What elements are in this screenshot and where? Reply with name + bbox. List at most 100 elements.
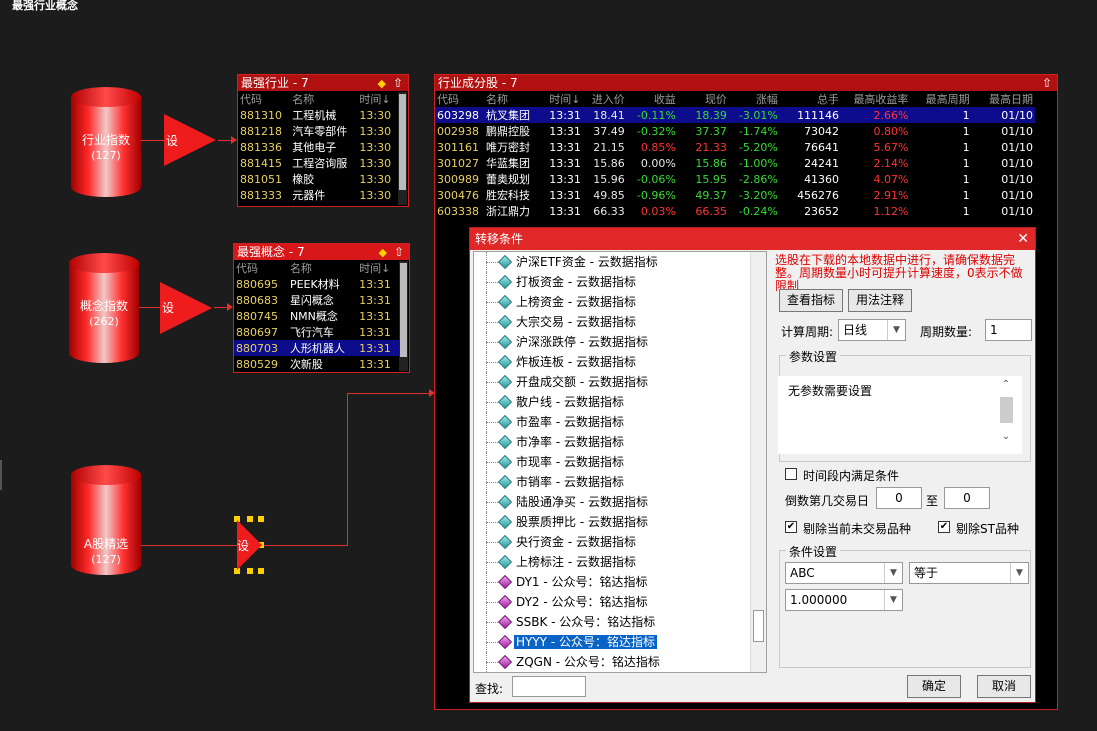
list-scrollbar[interactable] bbox=[750, 252, 766, 672]
table-row[interactable]: 881333 元器件 13:30 bbox=[238, 187, 398, 203]
list-item[interactable]: 上榜标注 - 云数据指标 bbox=[474, 552, 766, 572]
list-item[interactable]: 散户线 - 云数据指标 bbox=[474, 392, 766, 412]
table-row[interactable]: 881218 汽车零部件 13:30 bbox=[238, 123, 398, 139]
collapse-icon[interactable]: ⇧ bbox=[1042, 75, 1052, 91]
stock-panel-title: 行业成分股 - 7 bbox=[438, 76, 518, 90]
industry-scrollbar[interactable] bbox=[398, 92, 407, 205]
params-scrollbar[interactable]: ⌃ ⌄ bbox=[998, 379, 1014, 445]
list-item[interactable]: 打板资金 - 云数据指标 bbox=[474, 272, 766, 292]
list-item[interactable]: 市现率 - 云数据指标 bbox=[474, 452, 766, 472]
chevron-down-icon[interactable]: ⌄ bbox=[998, 431, 1014, 442]
col-header[interactable]: 涨幅 bbox=[729, 91, 780, 107]
pin-icon[interactable]: ◆ bbox=[378, 76, 386, 92]
list-item[interactable]: DY1 - 公众号：铭达指标 bbox=[474, 572, 766, 592]
params-text: 无参数需要设置 bbox=[788, 384, 873, 398]
table-row[interactable]: 301161 唯万密封 13:31 21.15 0.85% 21.33 -5.20% 7664… bbox=[435, 139, 1035, 155]
list-item[interactable]: 开盘成交额 - 云数据指标 bbox=[474, 372, 766, 392]
concept-index-node[interactable]: 概念指数 (262) bbox=[69, 253, 139, 363]
table-row[interactable]: 880745 NMN概念 13:31 bbox=[234, 308, 399, 324]
usage-note-button[interactable]: 用法注释 bbox=[848, 289, 912, 312]
table-row-selected[interactable]: 603298 杭叉集团 13:31 18.41 -0.11% 18.39 -3.01% 111… bbox=[435, 107, 1035, 123]
list-item[interactable]: SSBK - 公众号：铭达指标 bbox=[474, 612, 766, 632]
table-row[interactable]: 881415 工程咨询服 13:30 bbox=[238, 155, 398, 171]
list-item[interactable]: 炸板连板 - 云数据指标 bbox=[474, 352, 766, 372]
condition-field-select[interactable]: ABC ▼ bbox=[785, 562, 903, 584]
pin-icon[interactable]: ◆ bbox=[379, 245, 387, 261]
col-header[interactable]: 最高日期 bbox=[972, 91, 1035, 107]
reverse-from-input[interactable]: 0 bbox=[876, 487, 922, 509]
table-row[interactable]: 603338 浙江鼎力 13:31 66.33 0.03% 66.35 -0.24% 2365… bbox=[435, 203, 1035, 219]
chevron-down-icon: ▼ bbox=[884, 590, 902, 610]
period-label: 计算周期: bbox=[781, 325, 834, 339]
table-row[interactable]: 880697 飞行汽车 13:31 bbox=[234, 324, 399, 340]
table-row[interactable]: 300476 胜宏科技 13:31 49.85 -0.96% 49.37 -3.20% 456… bbox=[435, 187, 1035, 203]
search-input[interactable] bbox=[512, 676, 586, 697]
list-item[interactable]: 市盈率 - 云数据指标 bbox=[474, 412, 766, 432]
col-header[interactable]: 最高收益率 bbox=[841, 91, 910, 107]
table-row[interactable]: 880683 星闪概念 13:31 bbox=[234, 292, 399, 308]
table-row[interactable]: 881310 工程机械 13:30 bbox=[238, 107, 398, 123]
condition-value-select[interactable]: 1.000000 ▼ bbox=[785, 589, 903, 611]
list-item[interactable]: 沪深涨跌停 - 云数据指标 bbox=[474, 332, 766, 352]
reverse-day-label: 倒数第几交易日 bbox=[785, 494, 870, 508]
col-header[interactable]: 名称 bbox=[290, 91, 357, 107]
col-header[interactable]: 时间↓ bbox=[357, 260, 399, 276]
col-header[interactable]: 名称 bbox=[288, 260, 357, 276]
col-header[interactable]: 代码 bbox=[238, 91, 290, 107]
table-row[interactable]: 301027 华蓝集团 13:31 15.86 0.00% 15.86 -1.00% 2424… bbox=[435, 155, 1035, 171]
cloud-indicator-icon bbox=[497, 514, 513, 530]
list-item[interactable]: 市净率 - 云数据指标 bbox=[474, 432, 766, 452]
col-header[interactable]: 最高周期 bbox=[910, 91, 971, 107]
table-row[interactable]: 880695 PEEK材料 13:31 bbox=[234, 276, 399, 292]
custom-indicator-icon bbox=[497, 574, 513, 590]
ok-button[interactable]: 确定 bbox=[907, 675, 961, 698]
collapse-icon[interactable]: ⇧ bbox=[393, 75, 403, 91]
table-row[interactable]: 881336 其他电子 13:30 bbox=[238, 139, 398, 155]
period-count-input[interactable]: 1 bbox=[985, 319, 1032, 341]
col-header[interactable]: 代码 bbox=[435, 91, 484, 107]
ashare-node[interactable]: A股精选 (127) bbox=[71, 465, 141, 575]
col-header[interactable]: 时间↓ bbox=[547, 91, 584, 107]
close-icon[interactable]: ✕ bbox=[1017, 228, 1029, 250]
table-row[interactable]: 002938 鹏鼎控股 13:31 37.49 -0.32% 37.37 -1.74% 730… bbox=[435, 123, 1035, 139]
left-edge-tab[interactable] bbox=[0, 460, 2, 490]
condition-operator-select[interactable]: 等于 ▼ bbox=[909, 562, 1029, 584]
collapse-icon[interactable]: ⇧ bbox=[394, 244, 404, 260]
reverse-to-input[interactable]: 0 bbox=[944, 487, 990, 509]
table-row[interactable]: 881051 橡胶 13:30 bbox=[238, 171, 398, 187]
col-header[interactable]: 代码 bbox=[234, 260, 288, 276]
industry-index-node[interactable]: 行业指数 (127) bbox=[71, 87, 141, 197]
list-item-label: 上榜标注 - 云数据指标 bbox=[516, 555, 636, 569]
cancel-button[interactable]: 取消 bbox=[977, 675, 1031, 698]
col-header[interactable]: 名称 bbox=[484, 91, 547, 107]
col-header[interactable]: 进入价 bbox=[584, 91, 627, 107]
within-period-checkbox[interactable] bbox=[785, 468, 797, 480]
col-header[interactable]: 时间↓ bbox=[357, 91, 398, 107]
list-item[interactable]: 央行资金 - 云数据指标 bbox=[474, 532, 766, 552]
table-row-selected[interactable]: 880703 人形机器人 13:31 bbox=[234, 340, 399, 356]
list-item[interactable]: ZQGN - 公众号：铭达指标 bbox=[474, 652, 766, 672]
list-item[interactable]: 股票质押比 - 云数据指标 bbox=[474, 512, 766, 532]
view-indicator-button[interactable]: 查看指标 bbox=[779, 289, 843, 312]
chevron-up-icon[interactable]: ⌃ bbox=[998, 379, 1014, 390]
col-header[interactable]: 总手 bbox=[780, 91, 841, 107]
list-item[interactable]: 陆股通净买 - 云数据指标 bbox=[474, 492, 766, 512]
list-item[interactable]: 沪深ETF资金 - 云数据指标 bbox=[474, 252, 766, 272]
list-item[interactable]: 大宗交易 - 云数据指标 bbox=[474, 312, 766, 332]
concept-scrollbar[interactable] bbox=[399, 261, 408, 371]
period-select[interactable]: 日线 ▼ bbox=[838, 319, 906, 341]
list-item[interactable]: 市销率 - 云数据指标 bbox=[474, 472, 766, 492]
exclude-untraded-checkbox[interactable]: ✔ bbox=[785, 521, 797, 533]
list-item-label: 股票质押比 - 云数据指标 bbox=[516, 515, 648, 529]
list-item[interactable]: 上榜资金 - 云数据指标 bbox=[474, 292, 766, 312]
list-item[interactable]: HYYY - 公众号：铭达指标 bbox=[474, 632, 766, 652]
col-header[interactable]: 现价 bbox=[678, 91, 729, 107]
exclude-st-checkbox[interactable]: ✔ bbox=[938, 521, 950, 533]
indicator-list[interactable]: 沪深ETF资金 - 云数据指标 打板资金 - 云数据指标 上榜资金 - 云数据指标大… bbox=[473, 251, 767, 673]
list-item[interactable]: DY2 - 公众号：铭达指标 bbox=[474, 592, 766, 612]
transfer-condition-dialog: 转移条件 ✕ 沪深ETF资金 - 云数据指标 打板资金 - 云数据指标 上榜资金 - … bbox=[469, 227, 1036, 703]
table-row[interactable]: 300989 蕾奥规划 13:31 15.96 -0.06% 15.95 -2.86% 413… bbox=[435, 171, 1035, 187]
table-row[interactable]: 880529 次新股 13:31 bbox=[234, 356, 399, 372]
col-header[interactable]: 收益 bbox=[627, 91, 678, 107]
dialog-title: 转移条件 bbox=[475, 232, 524, 246]
